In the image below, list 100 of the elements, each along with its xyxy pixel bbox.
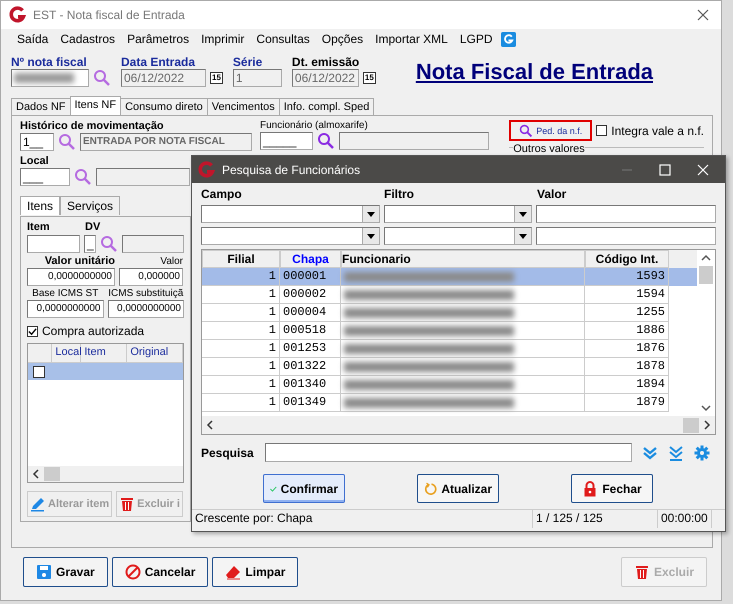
column-header[interactable]: Chapa [280,250,341,268]
field-label: Dt. emissão [292,55,360,69]
scrollbar-thumb[interactable] [683,418,699,432]
menu-item[interactable]: Consultas [250,32,316,46]
table-cell: 1 [202,268,280,286]
table-cell: 1 [202,286,280,304]
filtro-dropdown[interactable] [384,205,532,223]
trash-icon [634,564,650,580]
footer-button[interactable]: Limpar [212,557,298,587]
input-field[interactable]: 1__ [20,133,54,151]
table-cell: 1886 [585,322,669,340]
window-title: EST - Nota fiscal de Entrada [33,8,186,22]
search-icon[interactable] [100,235,118,253]
table-row[interactable]: 1 001253 1876 [202,340,697,358]
table-row[interactable]: 1 000518 1886 [202,322,697,340]
column-header[interactable]: Original [127,344,184,362]
chevrons-down-icon[interactable] [642,444,658,460]
table-row[interactable]: 1 000004 1255 [202,304,697,322]
scrollbar-thumb[interactable] [44,467,60,481]
checkbox[interactable] [596,125,608,136]
checkbox[interactable] [27,326,38,336]
scrollbar-thumb[interactable] [699,266,713,284]
menu-item[interactable]: Opções [316,32,370,46]
checkbox[interactable] [33,366,45,378]
search-icon[interactable] [93,69,111,87]
tab[interactable]: Info. compl. Sped [278,98,374,115]
table-cell: 001253 [280,340,341,358]
input-field[interactable]: _____ [260,132,313,150]
arrow-to-bottom-icon[interactable] [668,444,684,460]
status-text: 00:00:00 [658,510,712,528]
table-row[interactable]: 1 001349 1879 [202,394,697,412]
campo-dropdown[interactable] [201,227,380,245]
table-cell: 000004 [280,304,341,322]
dialog-button[interactable]: Fechar [571,474,653,503]
status-text: Crescente por: Chapa [192,510,533,528]
valor-field[interactable] [536,227,716,245]
table-cell: 1255 [585,304,669,322]
menu-item[interactable]: Imprimir [195,32,250,46]
maximize-icon[interactable] [659,164,671,176]
number-field[interactable]: 0,000000 [119,268,183,286]
input-field[interactable]: _ [84,235,96,253]
dropdown-arrow-icon [519,234,528,238]
field-label: Base ICMS ST [32,288,98,299]
tab[interactable]: Itens NF [70,96,122,115]
dialog-title: Pesquisa de Funcionários [222,162,362,176]
table-cell: 1 [202,340,280,358]
search-icon[interactable] [74,168,92,186]
ped-button[interactable]: Ped. da n.f. [509,120,592,141]
column-header[interactable]: Funcionario [341,250,585,268]
input-field[interactable] [27,235,80,253]
table-row[interactable]: 1 001322 1878 [202,358,697,376]
horizontal-scrollbar[interactable] [202,416,715,434]
horizontal-scrollbar[interactable] [28,466,183,482]
campo-dropdown[interactable] [201,205,380,223]
search-icon[interactable] [317,132,335,150]
calendar-icon[interactable]: 15 [210,72,223,84]
table-cell: 001340 [280,376,341,394]
input-field[interactable]: 1 [232,69,282,87]
column-header[interactable]: Local [52,344,82,362]
table-row[interactable]: 1 000002 1594 [202,286,697,304]
field-label: Valor unitário [44,255,115,267]
close-icon[interactable] [697,9,709,21]
pencil-icon [30,496,46,512]
table-row[interactable]: 1 000001 1593 [202,268,697,286]
settings-icon[interactable] [694,444,710,460]
tab[interactable]: Serviços [60,196,120,215]
valor-field[interactable] [536,205,716,223]
field-label: DV [85,221,100,233]
menu-item[interactable]: Saída [11,32,54,46]
tab[interactable]: Itens [20,196,60,215]
number-field[interactable]: 0,0000000000 [27,268,115,286]
menu-item[interactable]: LGPD [454,32,499,46]
footer-button[interactable]: Cancelar [112,557,208,587]
filter-label: Campo [201,187,243,201]
filtro-dropdown[interactable] [384,227,532,245]
date-field[interactable]: 06/12/2022 [121,69,206,87]
field-label: Local [20,155,50,167]
column-header[interactable]: Filial [202,250,280,268]
tab[interactable]: Dados NF [11,98,71,115]
footer-button[interactable]: Gravar [23,557,108,587]
search-icon[interactable] [58,133,76,151]
menu-item[interactable]: Cadastros [54,32,122,46]
menu-item[interactable]: Importar XML [369,32,454,46]
menu-item[interactable]: Parâmetros [121,32,196,46]
field-label: ICMS substituiçã [108,288,184,299]
input-field[interactable] [11,69,89,87]
number-field[interactable]: 0,0000000000 [108,300,184,318]
column-header[interactable]: Item [81,344,128,362]
calendar-icon[interactable]: 15 [362,72,376,84]
field-label: Nº nota fiscal [11,55,88,69]
date-field[interactable]: 06/12/2022 [292,69,359,87]
search-icon [519,124,534,138]
number-field[interactable]: 0,0000000000 [27,300,104,318]
column-header[interactable]: Código Int. [585,250,669,268]
dialog-button[interactable]: Atualizar [417,474,499,503]
table-row[interactable]: 1 001340 1894 [202,376,697,394]
dialog-button[interactable]: Confirmar [263,474,345,503]
input-field[interactable]: ___ [20,168,70,186]
search-field[interactable] [265,443,632,462]
dropdown-arrow-icon [366,234,375,238]
